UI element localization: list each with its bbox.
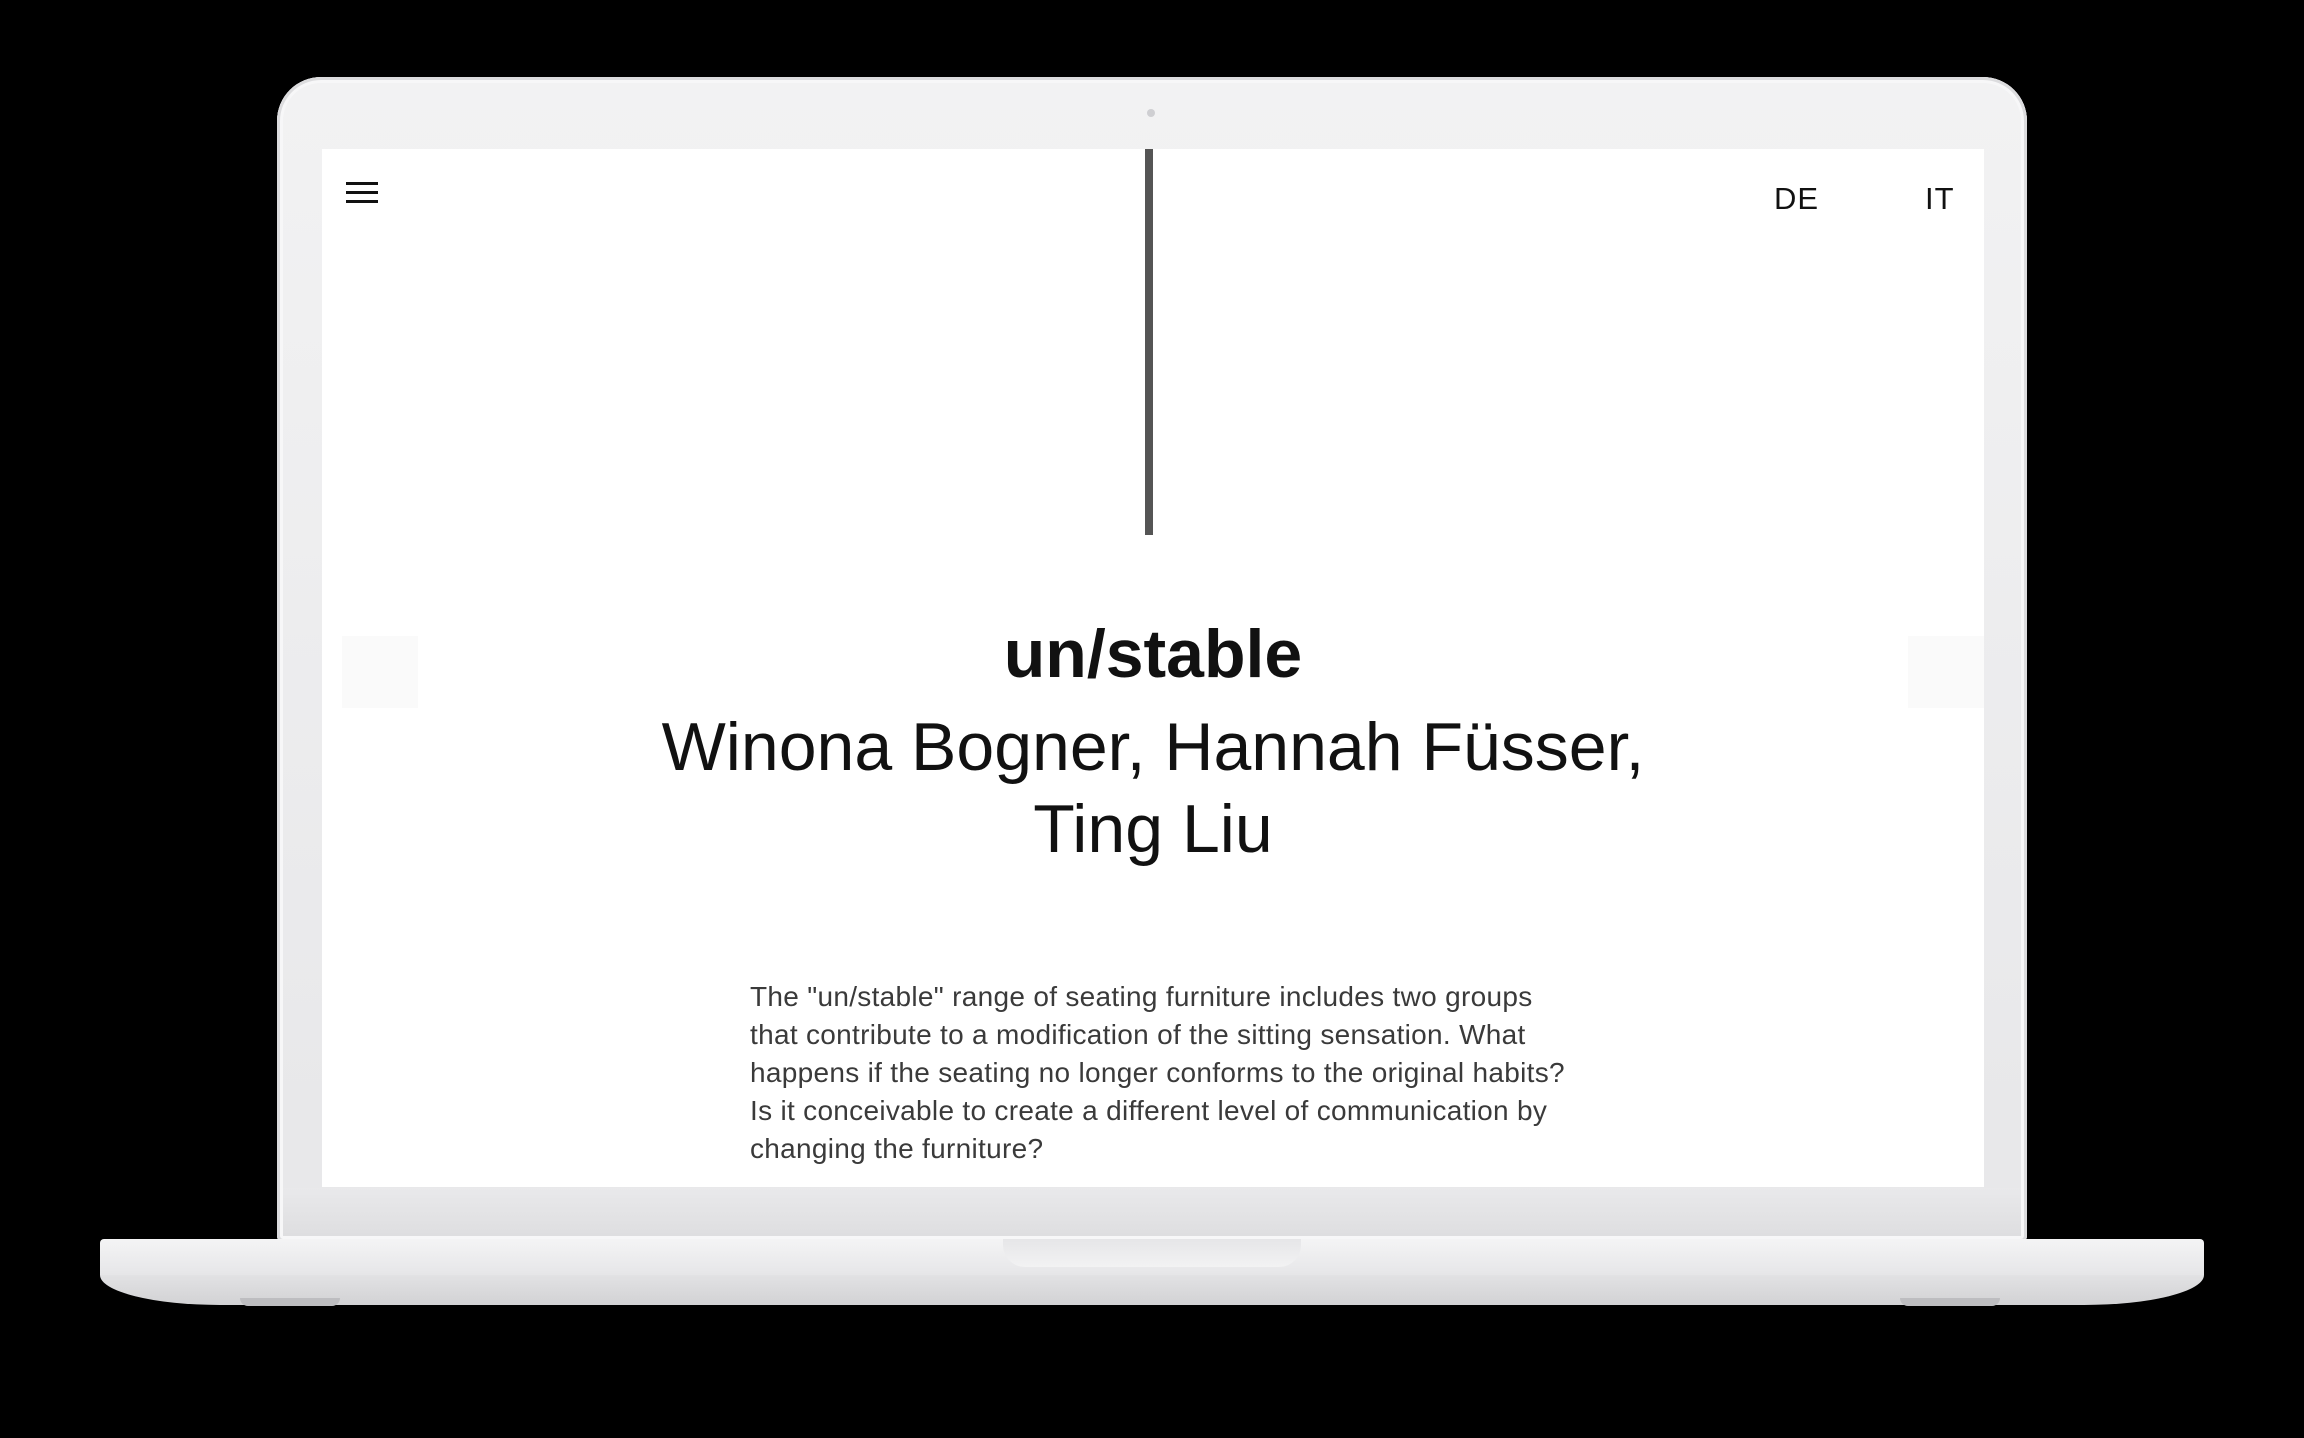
menu-line: [346, 182, 378, 185]
laptop-screen: DE IT un/stable Winona Bogner, Hannah Fü…: [322, 149, 1984, 1187]
device-mockup: DE IT un/stable Winona Bogner, Hannah Fü…: [0, 0, 2304, 1438]
menu-line: [346, 191, 378, 194]
language-de-link[interactable]: DE: [1774, 181, 1819, 217]
project-title: un/stable: [1003, 616, 1303, 692]
language-it-link[interactable]: IT: [1925, 181, 1955, 217]
vertical-divider: [1145, 149, 1153, 535]
laptop-foot-left: [240, 1298, 340, 1306]
project-authors: Winona Bogner, Hannah Füsser, Ting Liu: [453, 706, 1853, 870]
laptop-opening-notch: [1003, 1239, 1301, 1267]
laptop-foot-right: [1900, 1298, 2000, 1306]
authors-line-2: Ting Liu: [1033, 791, 1273, 867]
laptop-bezel-bottom: [283, 1188, 2021, 1236]
project-description: The "un/stable" range of seating furnitu…: [750, 981, 1565, 1164]
menu-line: [346, 200, 378, 203]
hamburger-menu-icon[interactable]: [346, 179, 380, 207]
authors-line-1: Winona Bogner, Hannah Füsser,: [661, 709, 1645, 785]
webcam-dot: [1147, 109, 1155, 117]
laptop-base-lower: [100, 1275, 2204, 1305]
